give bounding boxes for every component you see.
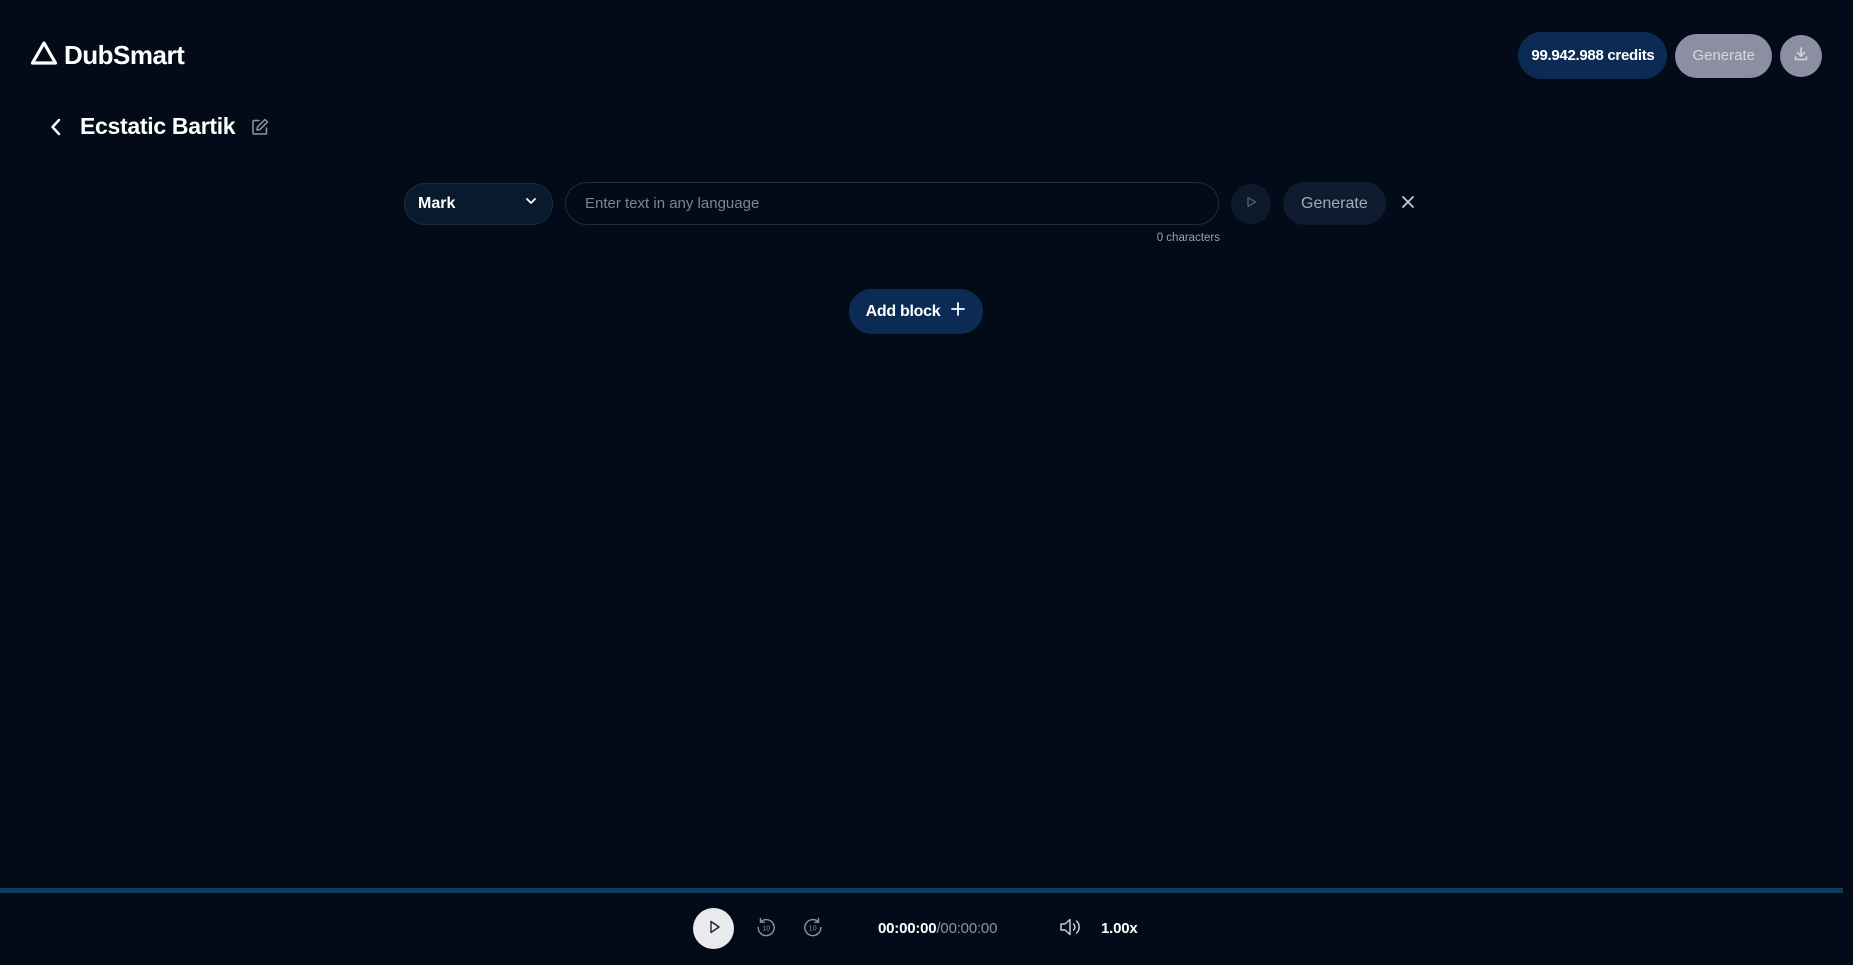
playback-speed[interactable]: 1.00x (1101, 920, 1138, 937)
generate-block-button[interactable]: Generate (1283, 182, 1386, 225)
forward-10-icon: 10 (801, 915, 825, 942)
preview-play-button[interactable] (1231, 183, 1271, 224)
play-button[interactable] (693, 908, 734, 949)
plus-icon (950, 301, 966, 322)
header-actions: 99.942.988 credits Generate (1518, 32, 1822, 79)
close-icon (1400, 194, 1416, 213)
voice-select-value: Mark (418, 194, 456, 212)
credits-badge[interactable]: 99.942.988 credits (1518, 32, 1668, 79)
play-icon (1244, 195, 1258, 212)
project-title-row: Ecstatic Bartik (48, 113, 270, 140)
brand-logo[interactable]: DubSmart (30, 40, 185, 71)
download-button[interactable] (1780, 34, 1822, 77)
add-block-label: Add block (865, 302, 941, 320)
svg-text:10: 10 (809, 925, 817, 932)
total-time: 00:00:00 (940, 920, 998, 937)
chevron-down-icon (524, 194, 538, 213)
generate-all-button[interactable]: Generate (1675, 33, 1772, 78)
chevron-left-icon[interactable] (48, 115, 66, 139)
dubsmart-triangle-icon (30, 40, 58, 71)
current-time: 00:00:00 (878, 920, 937, 937)
brand-name: DubSmart (64, 40, 185, 70)
block-text-input[interactable] (565, 182, 1219, 225)
play-icon (706, 919, 722, 938)
project-title: Ecstatic Bartik (80, 113, 236, 139)
volume-button[interactable] (1057, 916, 1083, 940)
add-block-button[interactable]: Add block (849, 289, 983, 334)
character-count: 0 characters (1156, 232, 1220, 244)
svg-text:10: 10 (762, 925, 770, 932)
edit-icon[interactable] (250, 117, 270, 137)
playback-time: 00:00:00/00:00:00 (878, 920, 997, 937)
rewind-10-button[interactable]: 10 (753, 915, 779, 941)
app-root: DubSmart 99.942.988 credits Generate Ecs… (0, 0, 1853, 965)
rewind-10-icon: 10 (754, 915, 778, 942)
voice-select[interactable]: Mark (404, 182, 553, 225)
player-controls: 10 10 00:00:00/00:00:00 1.00x (0, 893, 1853, 965)
volume-icon (1058, 916, 1082, 941)
download-icon (1793, 46, 1809, 65)
text-block: Mark Generate (404, 182, 1418, 225)
remove-block-button[interactable] (1398, 194, 1418, 214)
forward-10-button[interactable]: 10 (800, 915, 826, 941)
